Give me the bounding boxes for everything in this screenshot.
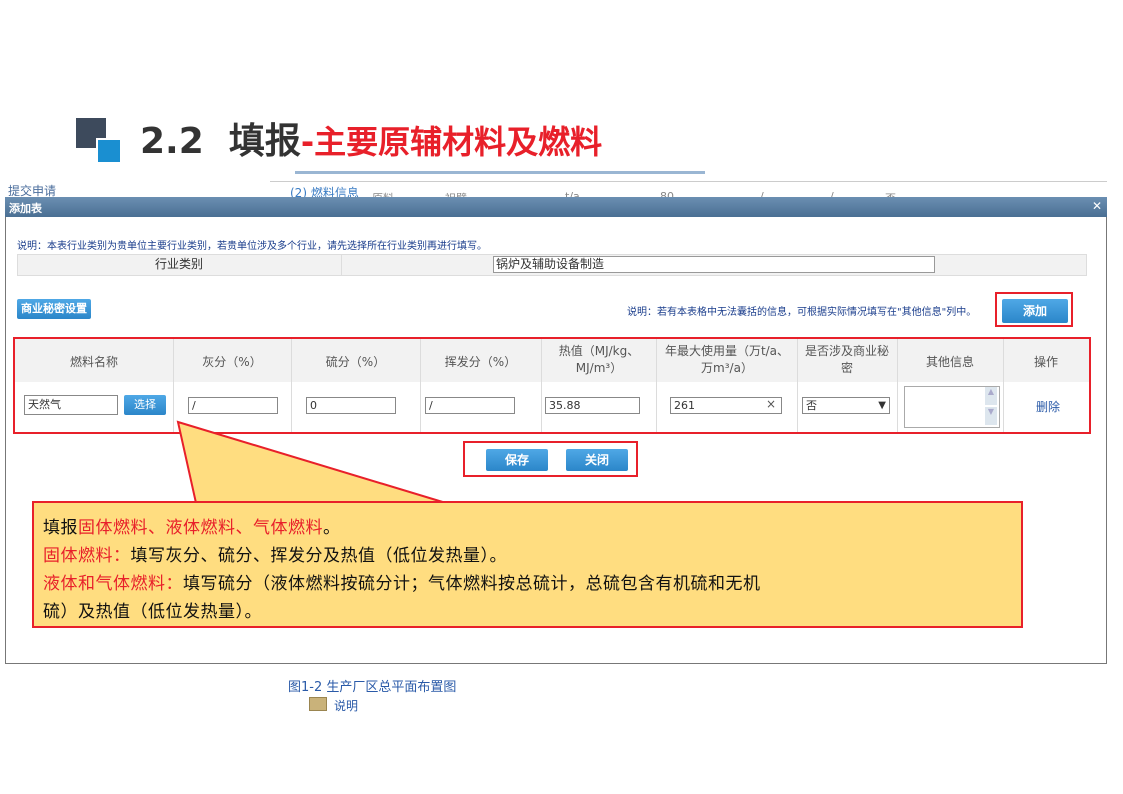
callout-line-1: 填报固体燃料、液体燃料、气体燃料。 — [43, 513, 341, 538]
callout-text: 。 — [323, 518, 341, 538]
callout-highlight: 液体和气体燃料： — [43, 574, 183, 594]
callout-text: 填报 — [43, 518, 78, 538]
callout-line-3: 液体和气体燃料：填写硫分（液体燃料按硫分计；气体燃料按总硫计，总硫包含有机硫和无… — [43, 569, 761, 594]
callout-text: 填写硫分（液体燃料按硫分计；气体燃料按总硫计，总硫包含有机硫和无机 — [183, 574, 761, 594]
callout-highlight: 固体燃料、液体燃料、气体燃料 — [78, 518, 323, 538]
callout-line-4: 硫）及热值（低位发热量）。 — [43, 602, 262, 622]
callout-pointer — [176, 420, 447, 504]
callout-line-2: 固体燃料：填写灰分、硫分、挥发分及热值（低位发热量）。 — [43, 541, 507, 566]
book-icon — [309, 697, 327, 711]
callout-text: 填写灰分、硫分、挥发分及热值（低位发热量）。 — [130, 546, 507, 566]
doc-link[interactable]: 说明 — [334, 697, 358, 714]
figure-caption-link[interactable]: 图1-2 生产厂区总平面布置图 — [288, 676, 456, 695]
callout-highlight: 固体燃料： — [43, 546, 131, 566]
